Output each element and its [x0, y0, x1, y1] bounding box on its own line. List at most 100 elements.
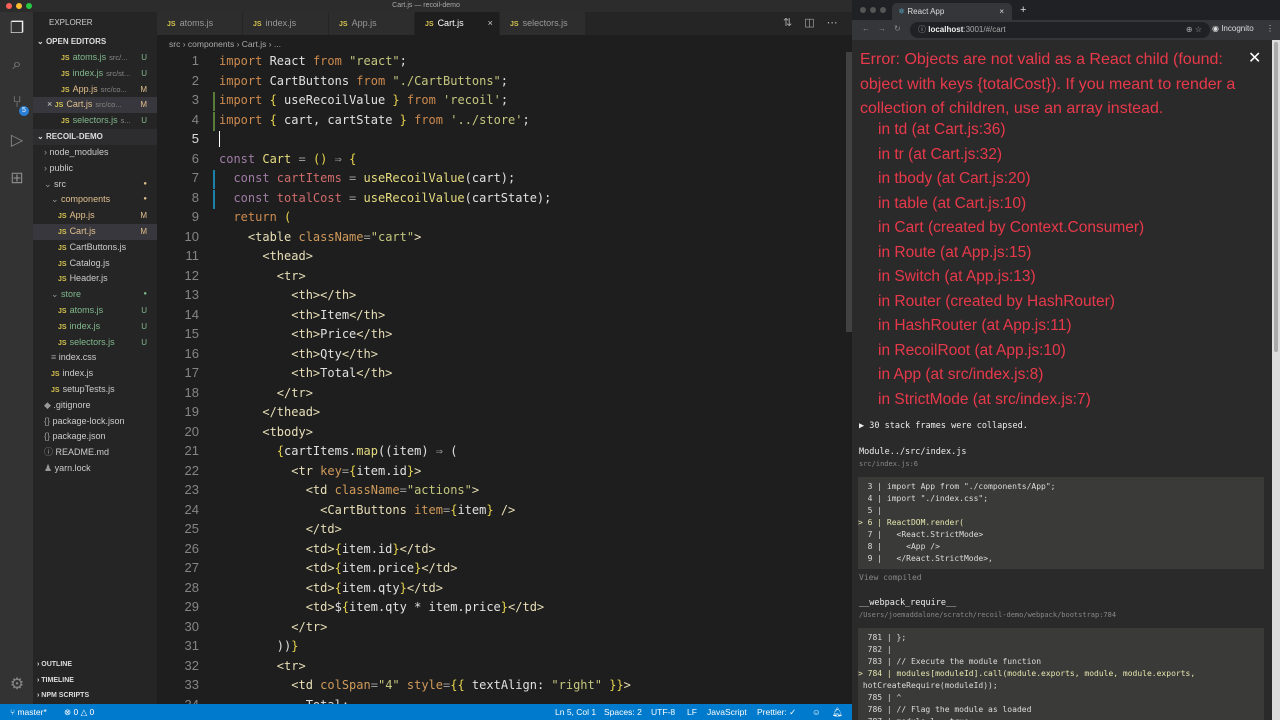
- code-token: <th>: [219, 307, 321, 322]
- tree-item[interactable]: JS App.js M: [33, 208, 157, 224]
- zoom-star-icons[interactable]: ⊕ ☆: [1186, 22, 1202, 38]
- section-header[interactable]: › OUTLINE: [33, 657, 157, 673]
- tree-item[interactable]: {} package-lock.json: [33, 414, 157, 430]
- tree-item[interactable]: ≡ index.css: [33, 350, 157, 366]
- close-window-button[interactable]: [6, 3, 12, 9]
- breadcrumb-item[interactable]: Cart.js: [242, 39, 267, 49]
- tab-Cart-js[interactable]: JS Cart.js ×: [415, 12, 500, 35]
- feedback-icon[interactable]: ☺: [812, 704, 821, 720]
- tree-item[interactable]: JS Header.js: [33, 271, 157, 287]
- tree-item[interactable]: JS CartButtons.js: [33, 240, 157, 256]
- close-overlay-icon[interactable]: ✕: [1248, 48, 1261, 68]
- maximize-window-button[interactable]: [26, 3, 32, 9]
- explorer-icon[interactable]: ❐: [7, 18, 27, 38]
- frame-code-line: 3 | import App from "./components/App";: [858, 482, 1056, 491]
- gear-icon[interactable]: ⚙: [7, 674, 27, 694]
- tree-item-label: index.css: [58, 352, 97, 363]
- encoding[interactable]: UTF-8: [651, 704, 675, 720]
- frame-code-line: 787 | module.l = true;: [858, 716, 1264, 720]
- run-debug-icon[interactable]: ▷: [7, 130, 27, 150]
- tree-item[interactable]: ⌄ components ●: [33, 192, 157, 208]
- js-file-icon: JS: [58, 339, 67, 347]
- extensions-icon[interactable]: ⊞: [7, 168, 27, 188]
- tree-item[interactable]: ⌄ store ●: [33, 287, 157, 303]
- branch-indicator[interactable]: ⑂ master*: [10, 704, 47, 720]
- open-editors-header[interactable]: ⌄ OPEN EDITORS: [33, 34, 157, 50]
- line-number: 14: [184, 306, 199, 322]
- open-editor-item[interactable]: JS index.js src/st... U: [33, 66, 157, 82]
- line-number: 13: [184, 287, 199, 302]
- code-line: import { cart, cartState } from '../stor…: [219, 112, 530, 129]
- language-mode[interactable]: JavaScript: [707, 704, 747, 720]
- tab-selectors-js[interactable]: JS selectors.js: [500, 12, 586, 35]
- open-editor-item[interactable]: JS atoms.js src/... U: [33, 50, 157, 66]
- browser-scrollbar[interactable]: [1272, 40, 1280, 720]
- open-editor-item[interactable]: JS App.js src/co... M: [33, 82, 157, 98]
- tree-item[interactable]: JS Catalog.js: [33, 256, 157, 272]
- code-line: <tr>: [219, 268, 306, 285]
- breadcrumb-item[interactable]: src: [169, 39, 180, 49]
- open-editor-item[interactable]: JS selectors.js s... U: [33, 113, 157, 129]
- line-ending[interactable]: LF: [687, 704, 697, 720]
- branch-name: master*: [17, 707, 47, 717]
- source-control-icon[interactable]: ⑂ 5: [7, 94, 29, 116]
- browser-tab[interactable]: ⚛ React App ×: [892, 3, 1012, 20]
- tree-item[interactable]: JS Cart.js M: [33, 223, 157, 240]
- code-token: "actions": [406, 483, 472, 497]
- tree-item[interactable]: ◆ .gitignore: [33, 398, 157, 414]
- breadcrumb-item[interactable]: components: [188, 39, 234, 49]
- line-number: 6: [191, 150, 199, 166]
- tree-item[interactable]: ⌄ src ●: [33, 177, 157, 193]
- file-tree: › node_modules › public ⌄ src ● ⌄ components…: [33, 145, 157, 477]
- incognito-indicator[interactable]: ◉ Incognito: [1212, 24, 1254, 33]
- tree-item[interactable]: › public: [33, 161, 157, 177]
- menu-icon[interactable]: ⋮: [1266, 24, 1274, 33]
- section-header[interactable]: › TIMELINE: [33, 673, 157, 689]
- cursor-position[interactable]: Ln 5, Col 1: [555, 704, 596, 720]
- open-editor-item[interactable]: × JS Cart.js src/co... M: [33, 97, 157, 114]
- search-icon[interactable]: ⌕: [7, 56, 27, 76]
- nav-buttons[interactable]: ←→↻: [862, 24, 909, 33]
- code-editor[interactable]: 1 import React from "react"; 2 import CartB…: [157, 52, 847, 704]
- code-token: <td>: [219, 580, 335, 595]
- new-tab-button[interactable]: +: [1020, 4, 1026, 16]
- code-token: {: [262, 112, 285, 127]
- project-header[interactable]: ⌄ RECOIL-DEMO: [33, 128, 157, 145]
- split-editor-icon[interactable]: ◫: [804, 17, 826, 29]
- line-number: 11: [185, 248, 200, 263]
- code-line: <CartButtons item={item} />: [219, 502, 515, 519]
- address-bar[interactable]: ⓘ localhost:3001/#/cart ⊕ ☆: [910, 22, 1210, 38]
- stack-frame: in Switch (at App.js:13): [878, 268, 1036, 285]
- tree-item[interactable]: JS setupTests.js: [33, 382, 157, 398]
- file-path: s...: [120, 116, 131, 126]
- close-icon[interactable]: ×: [47, 99, 55, 109]
- view-compiled-link[interactable]: View compiled: [859, 573, 922, 582]
- tree-item[interactable]: JS selectors.js U: [33, 335, 157, 351]
- tree-item[interactable]: JS atoms.js U: [33, 303, 157, 319]
- close-tab-icon[interactable]: ×: [999, 3, 1004, 20]
- tree-item[interactable]: ♟ yarn.lock: [33, 461, 157, 477]
- minimize-window-button[interactable]: [16, 3, 22, 9]
- compare-changes-icon[interactable]: ⇅: [783, 17, 804, 29]
- tab-index-js[interactable]: JS index.js: [243, 12, 329, 35]
- tab-atoms-js[interactable]: JS atoms.js: [157, 12, 243, 35]
- tree-item[interactable]: ⓘ README.md: [33, 445, 157, 461]
- js-file-icon: JS: [58, 213, 67, 221]
- js-file-icon: JS: [510, 21, 519, 28]
- notifications-icon[interactable]: 🔔︎: [832, 704, 843, 720]
- code-token: item: [414, 502, 443, 517]
- tab-App-js[interactable]: JS App.js: [329, 12, 415, 35]
- tree-item[interactable]: JS index.js U: [33, 319, 157, 335]
- close-tab-icon[interactable]: ×: [488, 18, 493, 28]
- tree-item[interactable]: JS index.js: [33, 366, 157, 382]
- tree-item[interactable]: › node_modules: [33, 145, 157, 161]
- breadcrumb-item[interactable]: ...: [274, 39, 281, 49]
- collapsed-frames-toggle[interactable]: ▶ 30 stack frames were collapsed.: [859, 421, 1028, 431]
- code-line: </tr>: [219, 619, 327, 636]
- indentation[interactable]: Spaces: 2: [604, 704, 642, 720]
- problems-indicator[interactable]: ⊗ 0 △ 0: [64, 704, 94, 720]
- section-header[interactable]: › NPM SCRIPTS: [33, 688, 157, 704]
- more-actions-icon[interactable]: ⋯: [827, 17, 850, 29]
- tree-item[interactable]: {} package.json: [33, 429, 157, 445]
- prettier-status[interactable]: Prettier: ✓: [757, 704, 796, 720]
